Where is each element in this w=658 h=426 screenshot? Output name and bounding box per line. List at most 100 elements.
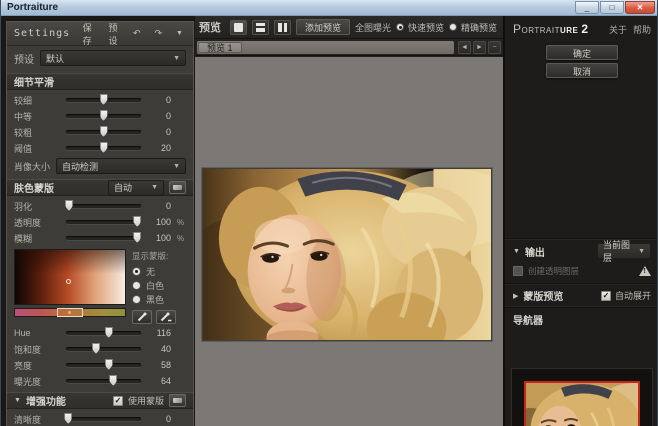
transparent-layer-checkbox[interactable] (513, 266, 523, 276)
slider-thumb[interactable] (105, 327, 113, 338)
accurate-preview-radio[interactable]: 精确预览 (449, 21, 497, 34)
save-preset-button[interactable]: 保存 (78, 21, 96, 48)
portrait-size-dropdown[interactable]: 自动检测 ▼ (56, 158, 186, 174)
slider-value: 100 (147, 217, 171, 227)
mask-picture-icon[interactable] (169, 181, 186, 194)
slider-row-hue: Hue 116 (7, 325, 193, 341)
hue-bar[interactable] (14, 308, 126, 317)
opacity-slider[interactable] (66, 220, 141, 224)
large-slider[interactable] (66, 130, 141, 134)
window-controls: _ □ ✕ (575, 1, 655, 14)
slider-value: 0 (147, 111, 171, 121)
exposure-label[interactable]: 全图曝光 (355, 21, 391, 34)
chevron-down-icon: ▼ (173, 55, 180, 62)
saturation-slider[interactable] (66, 347, 141, 351)
skin-mask-mode-value: 自动 (114, 181, 132, 194)
mask-radio-white[interactable]: 白色 (132, 278, 186, 292)
radio-icon[interactable] (132, 295, 141, 304)
slider-label: 阈值 (14, 142, 60, 155)
slider-thumb[interactable] (133, 216, 141, 227)
view-hsplit-button[interactable] (252, 20, 269, 35)
fine-slider[interactable] (66, 98, 141, 102)
about-link[interactable]: 关于 (609, 23, 627, 36)
auto-expand-check-row[interactable]: ✓ 自动展开 (601, 289, 651, 302)
slider-value: 0 (147, 414, 171, 424)
eyedropper-add-button[interactable] (132, 310, 152, 324)
ok-button[interactable]: 确定 (546, 45, 618, 60)
close-button[interactable]: ✕ (625, 1, 655, 14)
skin-mask-header[interactable]: 肤色蒙版 自动 ▼ (7, 179, 193, 196)
collapse-triangle-icon[interactable]: ▼ (513, 248, 520, 255)
slider-thumb[interactable] (92, 343, 100, 354)
navigator-box[interactable] (511, 368, 653, 426)
slider-thumb[interactable] (100, 142, 108, 153)
slider-thumb[interactable] (109, 375, 117, 386)
add-preview-button[interactable]: 添加预览 (296, 19, 350, 35)
auto-expand-checkbox[interactable]: ✓ (601, 291, 611, 301)
use-mask-checkbox[interactable]: ✓ (113, 396, 123, 406)
tab-next-button[interactable]: ► (473, 41, 486, 54)
slider-thumb[interactable] (105, 359, 113, 370)
detail-smoothing-title: 细节平滑 (14, 74, 186, 89)
undo-icon[interactable]: ↶ (130, 27, 144, 40)
mask-radio-black[interactable]: 黑色 (132, 292, 186, 306)
slider-thumb[interactable] (100, 110, 108, 121)
window-title: Portraiture (7, 2, 58, 13)
radio-icon[interactable] (449, 23, 457, 31)
portrait-size-row: 肖像大小 自动检测 ▼ (7, 156, 193, 176)
radio-icon[interactable] (132, 281, 141, 290)
skin-mask-mode-dropdown[interactable]: 自动 ▼ (108, 180, 164, 196)
threshold-slider[interactable] (66, 146, 141, 150)
radio-icon[interactable] (132, 267, 141, 276)
settings-menu-caret-icon[interactable]: ▼ (173, 29, 186, 38)
eyedropper-subtract-button[interactable] (156, 310, 176, 324)
preset-dropdown[interactable]: 默认 ▼ (40, 50, 186, 66)
title-bar[interactable]: Portraiture _ □ ✕ (1, 0, 658, 16)
view-vsplit-button[interactable] (274, 20, 291, 35)
medium-slider[interactable] (66, 114, 141, 118)
slider-thumb[interactable] (100, 94, 108, 105)
brightness-slider[interactable] (66, 363, 141, 367)
detail-smoothing-header[interactable]: 细节平滑 (7, 73, 193, 90)
preview-image[interactable] (202, 168, 492, 341)
slider-thumb[interactable] (64, 413, 72, 424)
sharpness-slider[interactable] (66, 417, 141, 421)
slider-thumb[interactable] (133, 232, 141, 243)
slider-value: 100 (147, 233, 171, 243)
enhance-picture-icon[interactable] (169, 394, 186, 407)
tab-preview-1[interactable]: 预览 1 (198, 42, 242, 53)
tab-close-button[interactable]: − (488, 41, 501, 54)
tab-prev-button[interactable]: ◄ (458, 41, 471, 54)
maximize-button[interactable]: □ (600, 1, 624, 14)
preset-menu-button[interactable]: 预设 (104, 21, 122, 48)
mask-preview-section-header[interactable]: ▶ 蒙版预览 ✓ 自动展开 (505, 284, 658, 307)
minimize-button[interactable]: _ (575, 1, 599, 14)
expand-triangle-icon[interactable]: ▶ (513, 292, 518, 300)
mask-radio-none[interactable]: 无 (132, 264, 186, 278)
output-target-dropdown[interactable]: 当前图层 ▼ (597, 243, 651, 259)
blur-slider[interactable] (66, 236, 141, 240)
help-link[interactable]: 帮助 (633, 23, 651, 36)
collapse-triangle-icon[interactable]: ▼ (14, 397, 21, 404)
hue-slider[interactable] (66, 331, 141, 335)
preview-canvas[interactable] (195, 57, 503, 426)
feather-slider[interactable] (66, 204, 141, 208)
enhancements-header[interactable]: ▼ 增强功能 ✓ 使用蒙版 (7, 392, 193, 409)
fast-preview-radio[interactable]: 快速预览 (396, 21, 444, 34)
cancel-button[interactable]: 取消 (546, 63, 618, 78)
slider-row-threshold: 阈值 20 (7, 140, 193, 156)
slider-thumb[interactable] (100, 126, 108, 137)
slider-thumb[interactable] (65, 200, 73, 211)
radio-icon[interactable] (396, 23, 404, 31)
radio-label: 无 (146, 265, 155, 278)
redo-icon[interactable]: ↷ (152, 27, 166, 40)
color-field[interactable] (14, 249, 126, 305)
exposure-slider[interactable] (66, 379, 141, 383)
output-section-header[interactable]: ▼ 输出 当前图层 ▼ (505, 239, 658, 263)
navigator-thumbnail[interactable] (524, 381, 640, 426)
brand-row: Portraiture2 关于 帮助 (505, 20, 658, 42)
preset-label: 预设 (14, 51, 34, 66)
view-single-button[interactable] (230, 20, 247, 35)
hue-selection[interactable] (57, 308, 83, 317)
color-field-cursor[interactable] (66, 279, 71, 284)
